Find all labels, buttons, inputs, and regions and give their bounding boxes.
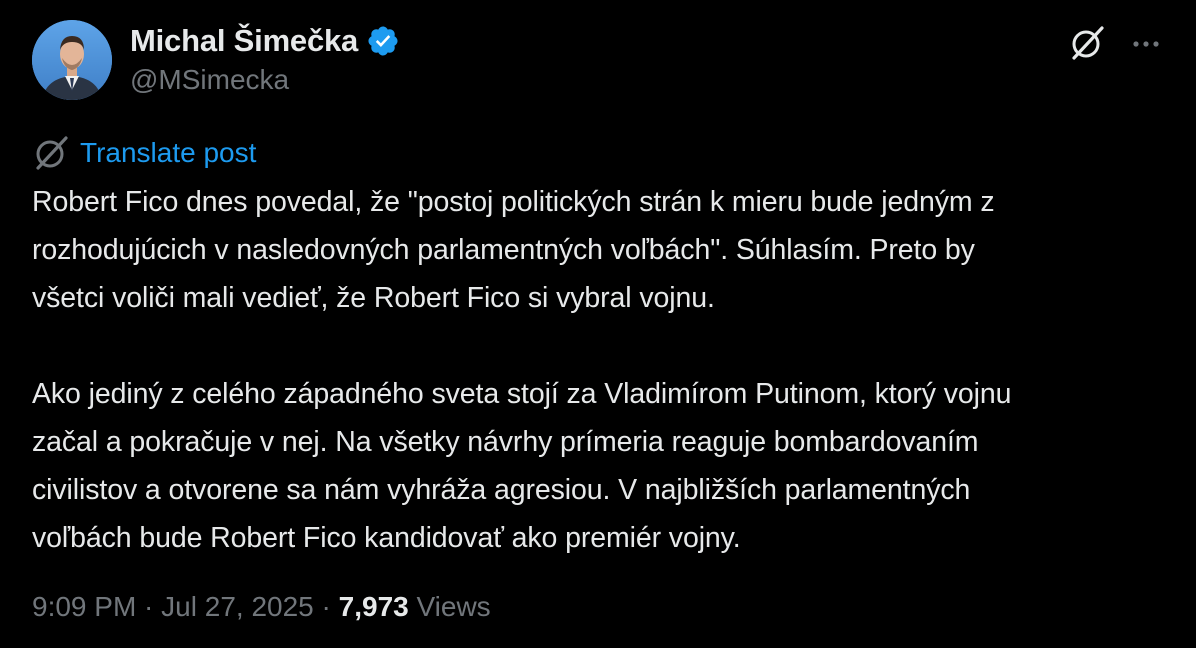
tweet-header: Michal Šimečka @MSimecka [32, 18, 1172, 104]
avatar-image [32, 20, 112, 100]
grok-icon[interactable] [1068, 24, 1106, 62]
post-paragraph: Ako jediný z celého západného sveta stoj… [32, 378, 1012, 554]
meta-separator: · [313, 591, 339, 622]
views-label: Views [416, 591, 491, 622]
more-icon[interactable] [1128, 26, 1164, 62]
translate-post-label: Translate post [80, 137, 257, 168]
post-meta: 9:09 PM · Jul 27, 2025 · 7,973 Views [32, 591, 491, 623]
verified-badge-icon[interactable] [366, 24, 400, 58]
meta-space [409, 591, 417, 623]
post-text: Robert Fico dnes povedal, že "postoj pol… [32, 178, 1177, 562]
handle[interactable]: @MSimecka [130, 64, 400, 96]
name-row: Michal Šimečka [130, 22, 400, 60]
author-info: Michal Šimečka @MSimecka [130, 22, 400, 96]
meta-separator: · [136, 591, 162, 622]
translate-post-button[interactable]: Translate post [32, 134, 256, 172]
post-time[interactable]: 9:09 PM [32, 591, 136, 623]
avatar[interactable] [32, 20, 112, 100]
post-paragraph: Robert Fico dnes povedal, že "postoj pol… [32, 186, 995, 314]
display-name[interactable]: Michal Šimečka [130, 23, 358, 59]
tweet: Michal Šimečka @MSimecka Translate post … [0, 0, 1196, 648]
views-count: 7,973 [338, 591, 409, 622]
post-date[interactable]: Jul 27, 2025 [161, 591, 314, 623]
grok-translate-icon [32, 134, 70, 172]
